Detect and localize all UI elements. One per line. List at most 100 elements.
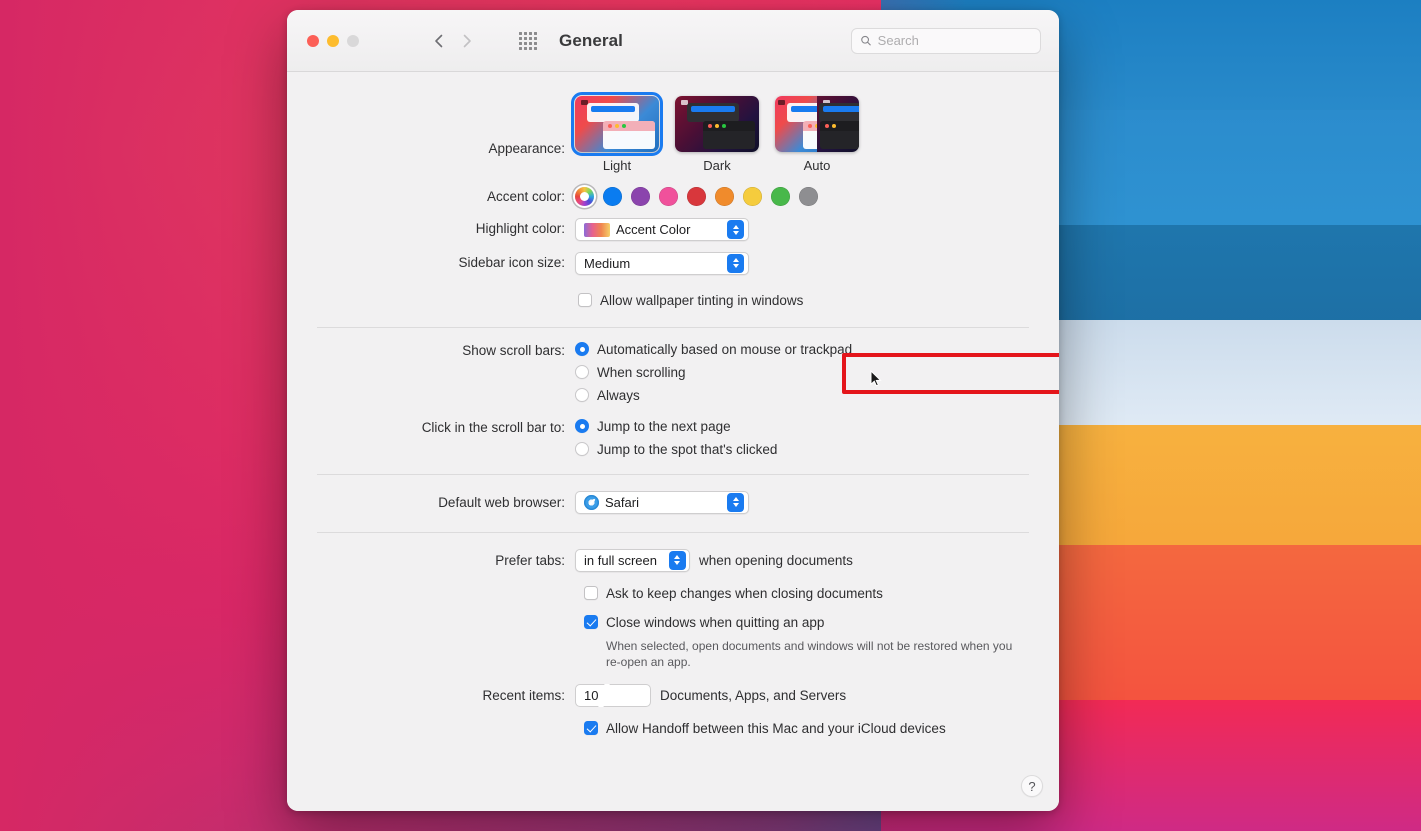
appearance-label: Appearance: — [317, 112, 575, 158]
section-divider — [317, 532, 1029, 533]
highlight-color-value: Accent Color — [616, 222, 690, 237]
navigation-buttons[interactable] — [431, 32, 537, 50]
forward-arrow-icon[interactable] — [459, 33, 475, 49]
recent-items-suffix: Documents, Apps, and Servers — [660, 688, 846, 703]
preferences-content: Appearance: Light — [287, 72, 1059, 811]
appearance-option-auto[interactable]: Auto — [775, 96, 859, 173]
accent-color-swatches[interactable] — [575, 187, 1029, 206]
default-browser-row: Default web browser: Safari — [317, 491, 1029, 515]
highlight-color-dropdown[interactable]: Accent Color — [575, 218, 749, 241]
show-scroll-bars-row: Show scroll bars: Automatically based on… — [317, 342, 1029, 403]
radio-option[interactable]: Always — [575, 388, 1029, 403]
default-browser-dropdown[interactable]: Safari — [575, 491, 749, 514]
accent-swatch-blue[interactable] — [603, 187, 622, 206]
system-preferences-window: General Appearance: — [287, 10, 1059, 811]
accent-swatch-orange[interactable] — [715, 187, 734, 206]
highlight-gradient-swatch — [584, 223, 610, 237]
radio-label: Always — [597, 388, 640, 403]
radio-label: Jump to the spot that's clicked — [597, 442, 777, 457]
prefer-tabs-value: in full screen — [584, 553, 657, 568]
radio-option[interactable]: Jump to the spot that's clicked — [575, 442, 1029, 457]
accent-swatch-graphite[interactable] — [799, 187, 818, 206]
handoff-checkbox[interactable] — [584, 721, 598, 735]
sidebar-icon-size-dropdown[interactable]: Medium — [575, 252, 749, 275]
appearance-label-light: Light — [603, 158, 631, 173]
ask-keep-changes-row[interactable]: Ask to keep changes when closing documen… — [584, 586, 1029, 601]
scroll-bar-click-row: Click in the scroll bar to: Jump to the … — [317, 419, 1029, 457]
back-arrow-icon[interactable] — [431, 33, 447, 49]
scrollbars-radio-automatic[interactable] — [575, 342, 589, 356]
ask-keep-changes-label: Ask to keep changes when closing documen… — [606, 586, 883, 601]
section-divider — [317, 474, 1029, 475]
default-browser-value: Safari — [605, 495, 639, 510]
section-divider — [317, 327, 1029, 328]
appearance-label-dark: Dark — [703, 158, 730, 173]
minimize-button[interactable] — [327, 35, 339, 47]
wallpaper-tinting-checkbox[interactable] — [578, 293, 592, 307]
recent-items-controls: 10 Documents, Apps, and Servers — [575, 684, 1029, 707]
chevron-updown-icon — [727, 254, 744, 273]
radio-option[interactable]: Jump to the next page — [575, 419, 1029, 434]
highlight-color-label: Highlight color: — [317, 206, 575, 238]
search-input[interactable] — [878, 33, 1032, 48]
show-all-grid-icon[interactable] — [519, 32, 537, 50]
ask-keep-changes-checkbox[interactable] — [584, 586, 598, 600]
handoff-row[interactable]: Allow Handoff between this Mac and your … — [584, 721, 1029, 736]
accent-swatch-green[interactable] — [771, 187, 790, 206]
zoom-button[interactable] — [347, 35, 359, 47]
radio-option[interactable]: When scrolling — [575, 365, 1029, 380]
sidebar-icon-size-row: Sidebar icon size: Medium — [317, 242, 1029, 275]
appearance-thumbnail-light[interactable] — [575, 96, 659, 152]
appearance-options[interactable]: Light Dark — [575, 96, 1029, 173]
window-titlebar: General — [287, 10, 1059, 72]
accent-color-label: Accent color: — [317, 188, 575, 206]
scrollbars-radio-always[interactable] — [575, 388, 589, 402]
recent-items-stepper[interactable]: 10 — [575, 684, 651, 707]
scroll-bar-click-label: Click in the scroll bar to: — [317, 419, 575, 437]
close-button[interactable] — [307, 35, 319, 47]
close-windows-row[interactable]: Close windows when quitting an app — [584, 615, 1029, 630]
appearance-option-dark[interactable]: Dark — [675, 96, 759, 173]
close-windows-label: Close windows when quitting an app — [606, 615, 824, 630]
prefer-tabs-dropdown[interactable]: in full screen — [575, 549, 690, 572]
prefer-tabs-suffix: when opening documents — [699, 553, 853, 568]
scrollclick-radio-spot-clicked[interactable] — [575, 442, 589, 456]
scroll-bar-click-options[interactable]: Jump to the next page Jump to the spot t… — [575, 419, 1029, 457]
show-scroll-bars-options[interactable]: Automatically based on mouse or trackpad… — [575, 342, 1029, 403]
accent-swatch-red[interactable] — [687, 187, 706, 206]
chevron-updown-icon — [727, 493, 744, 512]
scrollclick-radio-next-page[interactable] — [575, 419, 589, 433]
appearance-thumbnail-auto[interactable] — [775, 96, 859, 152]
appearance-thumbnail-dark[interactable] — [675, 96, 759, 152]
radio-label: Jump to the next page — [597, 419, 731, 434]
radio-label: When scrolling — [597, 365, 686, 380]
close-windows-checkbox[interactable] — [584, 615, 598, 629]
accent-swatch-multicolor[interactable] — [575, 187, 594, 206]
appearance-label-auto: Auto — [804, 158, 831, 173]
prefer-tabs-row: Prefer tabs: in full screen when opening… — [317, 549, 1029, 670]
accent-swatch-pink[interactable] — [659, 187, 678, 206]
recent-items-row: Recent items: 10 Documents, Apps, and Se… — [317, 684, 1029, 736]
accent-swatch-purple[interactable] — [631, 187, 650, 206]
recent-items-value: 10 — [584, 688, 598, 703]
sidebar-icon-size-label: Sidebar icon size: — [317, 242, 575, 272]
show-scroll-bars-label: Show scroll bars: — [317, 342, 575, 360]
appearance-row: Appearance: Light — [317, 96, 1029, 173]
search-icon — [860, 34, 872, 47]
page-title: General — [559, 31, 623, 51]
sidebar-icon-size-value: Medium — [584, 256, 630, 271]
appearance-option-light[interactable]: Light — [575, 96, 659, 173]
chevron-updown-icon[interactable] — [598, 688, 610, 703]
accent-swatch-yellow[interactable] — [743, 187, 762, 206]
recent-items-label: Recent items: — [317, 684, 575, 705]
prefer-tabs-controls: in full screen when opening documents — [575, 549, 1029, 572]
wallpaper-tinting-checkbox-row[interactable]: Allow wallpaper tinting in windows — [578, 293, 1029, 308]
handoff-label: Allow Handoff between this Mac and your … — [606, 721, 946, 736]
scrollbars-radio-when-scrolling[interactable] — [575, 365, 589, 379]
prefer-tabs-label: Prefer tabs: — [317, 549, 575, 570]
radio-option[interactable]: Automatically based on mouse or trackpad — [575, 342, 1029, 357]
search-field[interactable] — [851, 28, 1041, 54]
traffic-light-buttons[interactable] — [307, 35, 359, 47]
help-button[interactable]: ? — [1021, 775, 1043, 797]
safari-icon — [584, 495, 599, 510]
